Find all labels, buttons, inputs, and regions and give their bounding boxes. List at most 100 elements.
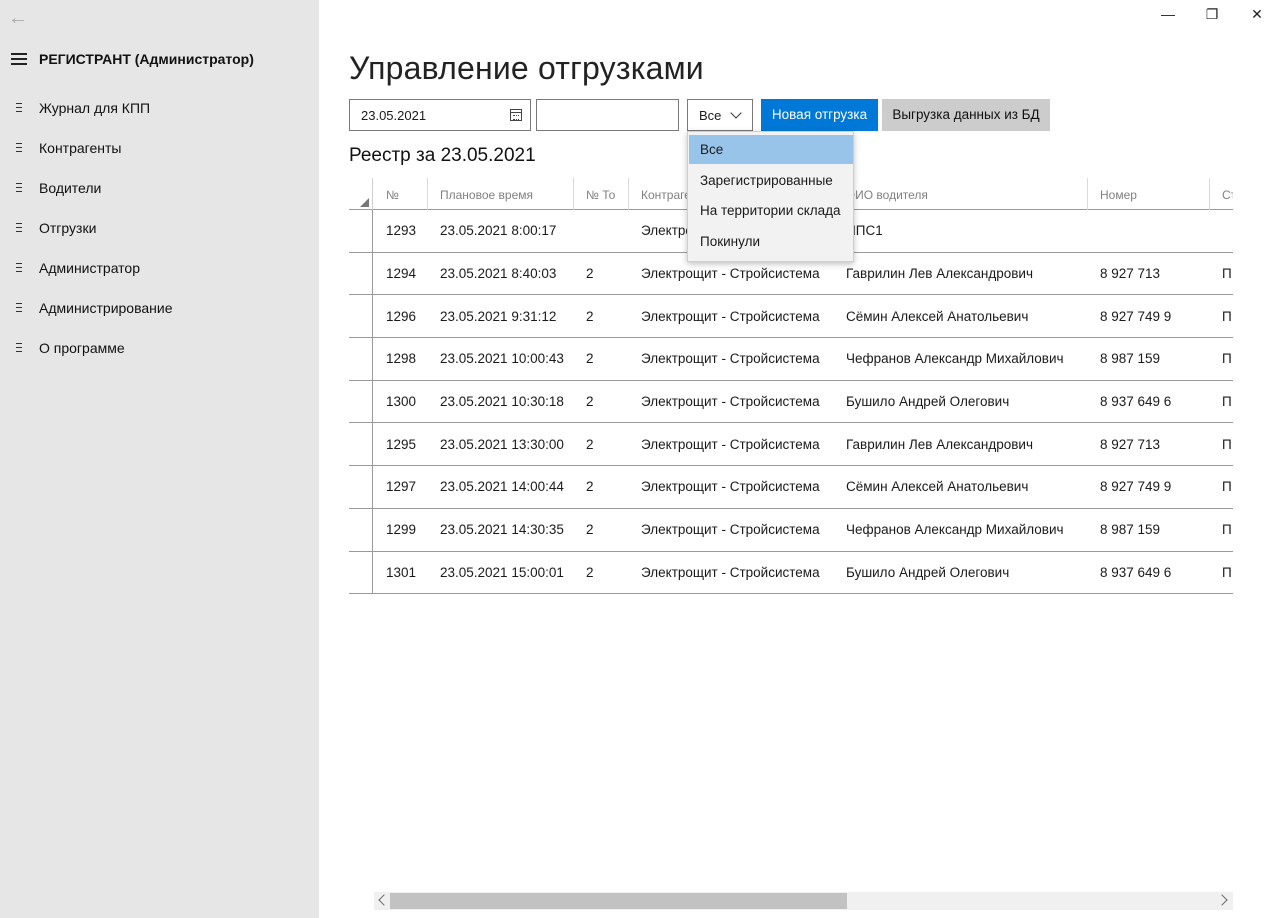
cell-driver[interactable]: Сёмин Алексей Анатольевич <box>834 466 1088 508</box>
select-all-corner[interactable] <box>349 178 373 210</box>
cell-driver[interactable]: Сёмин Алексей Анатольевич <box>834 295 1088 337</box>
table-row[interactable]: 1298 23.05.2021 10:00:43 2 Электрощит - Стр… <box>349 338 1233 381</box>
row-header[interactable] <box>349 210 373 252</box>
cell-status[interactable] <box>1210 210 1233 252</box>
cell-to-number[interactable]: 2 <box>574 423 629 465</box>
table-row[interactable]: 1299 23.05.2021 14:30:35 2 Электрощит - Стр… <box>349 508 1233 552</box>
table-row[interactable]: 1295 23.05.2021 13:30:00 2 Электрощит - Стр… <box>349 423 1233 467</box>
cell-counterparty[interactable]: Электрощит - Стройсистема <box>629 509 834 551</box>
scroll-right-icon[interactable] <box>1216 894 1228 906</box>
row-header[interactable] <box>349 466 373 508</box>
close-icon[interactable]: ✕ <box>1247 4 1267 24</box>
cell-to-number[interactable]: 2 <box>574 338 629 380</box>
scroll-thumb[interactable] <box>390 893 847 909</box>
sidebar-item-shipments[interactable]: Отгрузки <box>0 208 319 248</box>
cell-status[interactable]: П <box>1210 466 1233 508</box>
cell-to-number[interactable]: 2 <box>574 295 629 337</box>
column-header-driver[interactable]: ФИО водителя <box>834 178 1088 210</box>
cell-phone[interactable]: 8 927 749 9 <box>1088 295 1210 337</box>
horizontal-scrollbar[interactable] <box>374 892 1233 910</box>
new-shipment-button[interactable]: Новая отгрузка <box>761 99 878 131</box>
sidebar-item-counterparties[interactable]: Контрагенты <box>0 128 319 168</box>
cell-counterparty[interactable]: Электрощит - Стройсистема <box>629 338 834 380</box>
cell-driver[interactable]: Чефранов Александр Михайлович <box>834 509 1088 551</box>
sidebar-item-administration[interactable]: Администрирование <box>0 288 319 328</box>
dropdown-option-on-site[interactable]: На территории склада <box>689 196 853 225</box>
cell-counterparty[interactable]: Электрощит - Стройсистема <box>629 552 834 594</box>
export-db-button[interactable]: Выгрузка данных из БД <box>882 99 1050 131</box>
cell-phone[interactable]: 8 937 649 6 <box>1088 552 1210 594</box>
cell-planned-time[interactable]: 23.05.2021 10:00:43 <box>428 338 574 380</box>
cell-number[interactable]: 1300 <box>374 381 428 423</box>
cell-number[interactable]: 1296 <box>374 295 428 337</box>
cell-phone[interactable] <box>1088 210 1210 252</box>
cell-to-number[interactable]: 2 <box>574 253 629 295</box>
cell-to-number[interactable]: 2 <box>574 381 629 423</box>
sidebar-item-drivers[interactable]: Водители <box>0 168 319 208</box>
cell-driver[interactable]: Чефранов Александр Михайлович <box>834 338 1088 380</box>
cell-to-number[interactable]: 2 <box>574 466 629 508</box>
cell-number[interactable]: 1297 <box>374 466 428 508</box>
search-input[interactable] <box>536 99 679 131</box>
dropdown-option-registered[interactable]: Зарегистрированные <box>689 166 853 195</box>
cell-status[interactable]: П <box>1210 253 1233 295</box>
column-header-number[interactable]: № <box>374 178 428 210</box>
cell-number[interactable]: 1293 <box>374 210 428 252</box>
cell-driver[interactable]: Бушило Андрей Олегович <box>834 552 1088 594</box>
cell-counterparty[interactable]: Электрощит - Стройсистема <box>629 295 834 337</box>
cell-driver[interactable]: Гаврилин Лев Александрович <box>834 253 1088 295</box>
cell-phone[interactable]: 8 937 649 6 <box>1088 381 1210 423</box>
cell-planned-time[interactable]: 23.05.2021 10:30:18 <box>428 381 574 423</box>
cell-driver[interactable]: Гаврилин Лев Александрович <box>834 423 1088 465</box>
row-header[interactable] <box>349 338 373 380</box>
row-header[interactable] <box>349 252 373 295</box>
cell-status[interactable]: П <box>1210 552 1233 594</box>
cell-to-number[interactable]: 2 <box>574 552 629 594</box>
dropdown-option-left[interactable]: Покинули <box>689 227 853 256</box>
cell-driver[interactable]: Бушило Андрей Олегович <box>834 381 1088 423</box>
back-arrow-icon[interactable]: ← <box>8 6 32 30</box>
row-header[interactable] <box>349 295 373 338</box>
row-header[interactable] <box>349 551 373 594</box>
cell-status[interactable]: П <box>1210 423 1233 465</box>
cell-number[interactable]: 1298 <box>374 338 428 380</box>
column-header-to-number[interactable]: № То <box>574 178 629 210</box>
cell-phone[interactable]: 8 927 713 <box>1088 423 1210 465</box>
cell-number[interactable]: 1295 <box>374 423 428 465</box>
cell-planned-time[interactable]: 23.05.2021 14:00:44 <box>428 466 574 508</box>
cell-phone[interactable]: 8 927 749 9 <box>1088 466 1210 508</box>
scroll-left-icon[interactable] <box>378 894 390 906</box>
table-row[interactable]: 1297 23.05.2021 14:00:44 2 Электрощит - Стр… <box>349 466 1233 509</box>
minimize-icon[interactable]: — <box>1158 4 1178 24</box>
cell-planned-time[interactable]: 23.05.2021 14:30:35 <box>428 509 574 551</box>
cell-planned-time[interactable]: 23.05.2021 9:31:12 <box>428 295 574 337</box>
cell-status[interactable]: П <box>1210 509 1233 551</box>
sidebar-item-administrator[interactable]: Администратор <box>0 248 319 288</box>
cell-status[interactable]: П <box>1210 295 1233 337</box>
cell-driver[interactable]: НПС1 <box>834 210 1088 252</box>
column-header-status[interactable]: Статус <box>1210 178 1233 210</box>
cell-counterparty[interactable]: Электрощит - Стройсистема <box>629 381 834 423</box>
calendar-icon[interactable] <box>510 109 522 121</box>
sidebar-item-about[interactable]: О программе <box>0 328 319 368</box>
dropdown-option-all[interactable]: Все <box>689 135 853 164</box>
cell-phone[interactable]: 8 987 159 <box>1088 338 1210 380</box>
restore-icon[interactable]: ❐ <box>1202 4 1222 24</box>
row-header[interactable] <box>349 423 373 466</box>
table-row[interactable]: 1301 23.05.2021 15:00:01 2 Электрощит - Стр… <box>349 551 1233 594</box>
cell-number[interactable]: 1301 <box>374 552 428 594</box>
cell-number[interactable]: 1294 <box>374 253 428 295</box>
cell-counterparty[interactable]: Электрощит - Стройсистема <box>629 466 834 508</box>
sidebar-item-checkpoint-journal[interactable]: Журнал для КПП <box>0 88 319 128</box>
row-header[interactable] <box>349 508 373 551</box>
status-filter-select[interactable]: Все <box>687 99 753 131</box>
row-header[interactable] <box>349 380 373 423</box>
column-header-phone[interactable]: Номер <box>1088 178 1210 210</box>
hamburger-icon[interactable] <box>11 53 27 65</box>
cell-counterparty[interactable]: Электрощит - Стройсистема <box>629 423 834 465</box>
cell-number[interactable]: 1299 <box>374 509 428 551</box>
cell-planned-time[interactable]: 23.05.2021 8:00:17 <box>428 210 574 252</box>
cell-planned-time[interactable]: 23.05.2021 13:30:00 <box>428 423 574 465</box>
cell-phone[interactable]: 8 987 159 <box>1088 509 1210 551</box>
cell-to-number[interactable] <box>574 210 629 252</box>
